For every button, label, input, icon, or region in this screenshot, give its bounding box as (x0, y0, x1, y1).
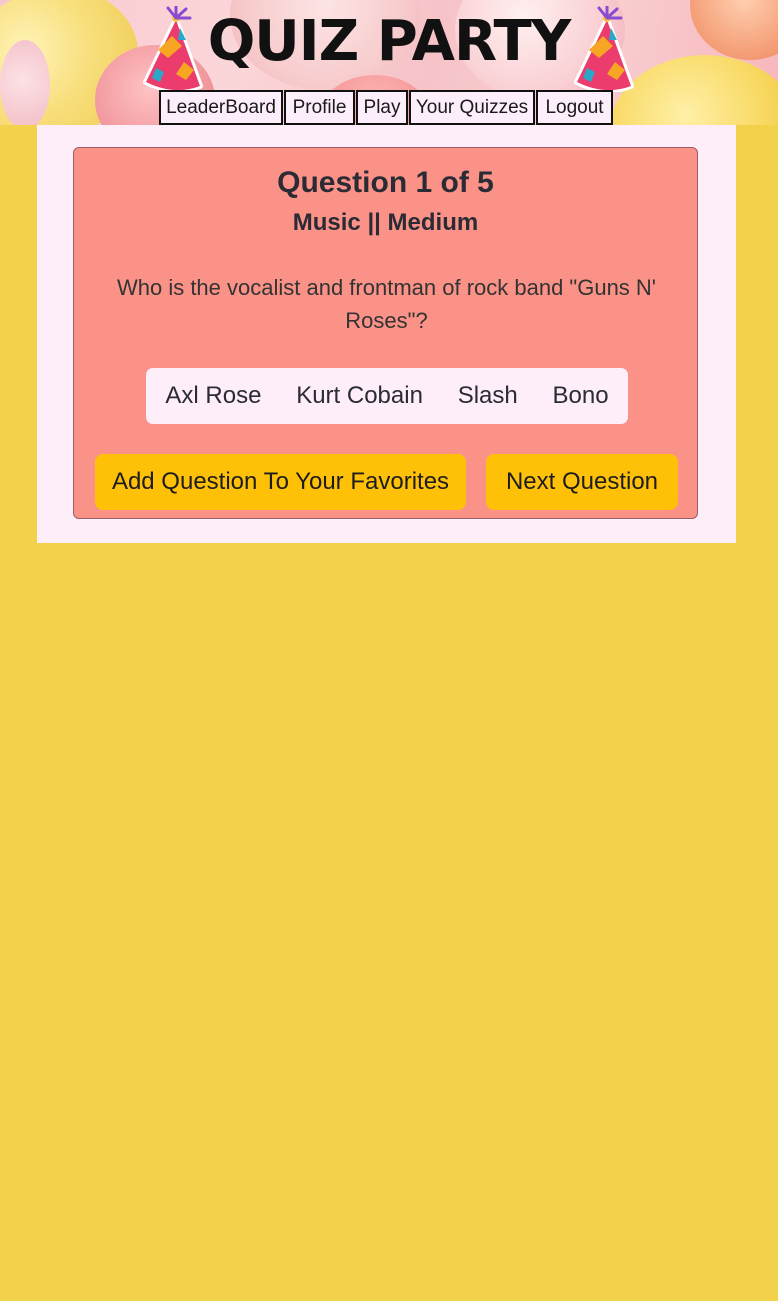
answer-option[interactable]: Kurt Cobain (288, 378, 431, 414)
quiz-container: Question 1 of 5 Music || Medium Who is t… (37, 125, 736, 543)
answer-option[interactable]: Axl Rose (157, 378, 269, 414)
answer-option[interactable]: Slash (450, 378, 526, 414)
nav-your-quizzes[interactable]: Your Quizzes (409, 90, 535, 125)
answer-options: Axl Rose Kurt Cobain Slash Bono (146, 368, 628, 424)
add-to-favorites-button[interactable]: Add Question To Your Favorites (95, 454, 466, 510)
nav-leaderboard[interactable]: LeaderBoard (159, 90, 283, 125)
party-hat-icon (574, 6, 634, 92)
nav-logout[interactable]: Logout (536, 90, 613, 125)
nav-play[interactable]: Play (356, 90, 408, 125)
question-card: Question 1 of 5 Music || Medium Who is t… (73, 147, 698, 519)
question-text: Who is the vocalist and frontman of rock… (116, 275, 657, 333)
answer-option[interactable]: Bono (545, 378, 617, 414)
main-nav: LeaderBoard Profile Play Your Quizzes Lo… (159, 90, 614, 125)
nav-profile[interactable]: Profile (284, 90, 355, 125)
question-category-difficulty: Music || Medium (292, 209, 479, 236)
page-title: QUIZ PARTY (207, 9, 572, 74)
next-question-button[interactable]: Next Question (486, 454, 678, 510)
question-progress: Question 1 of 5 (277, 166, 494, 199)
header-banner: QUIZ PARTY LeaderBoard Profile Play Your… (0, 0, 778, 125)
